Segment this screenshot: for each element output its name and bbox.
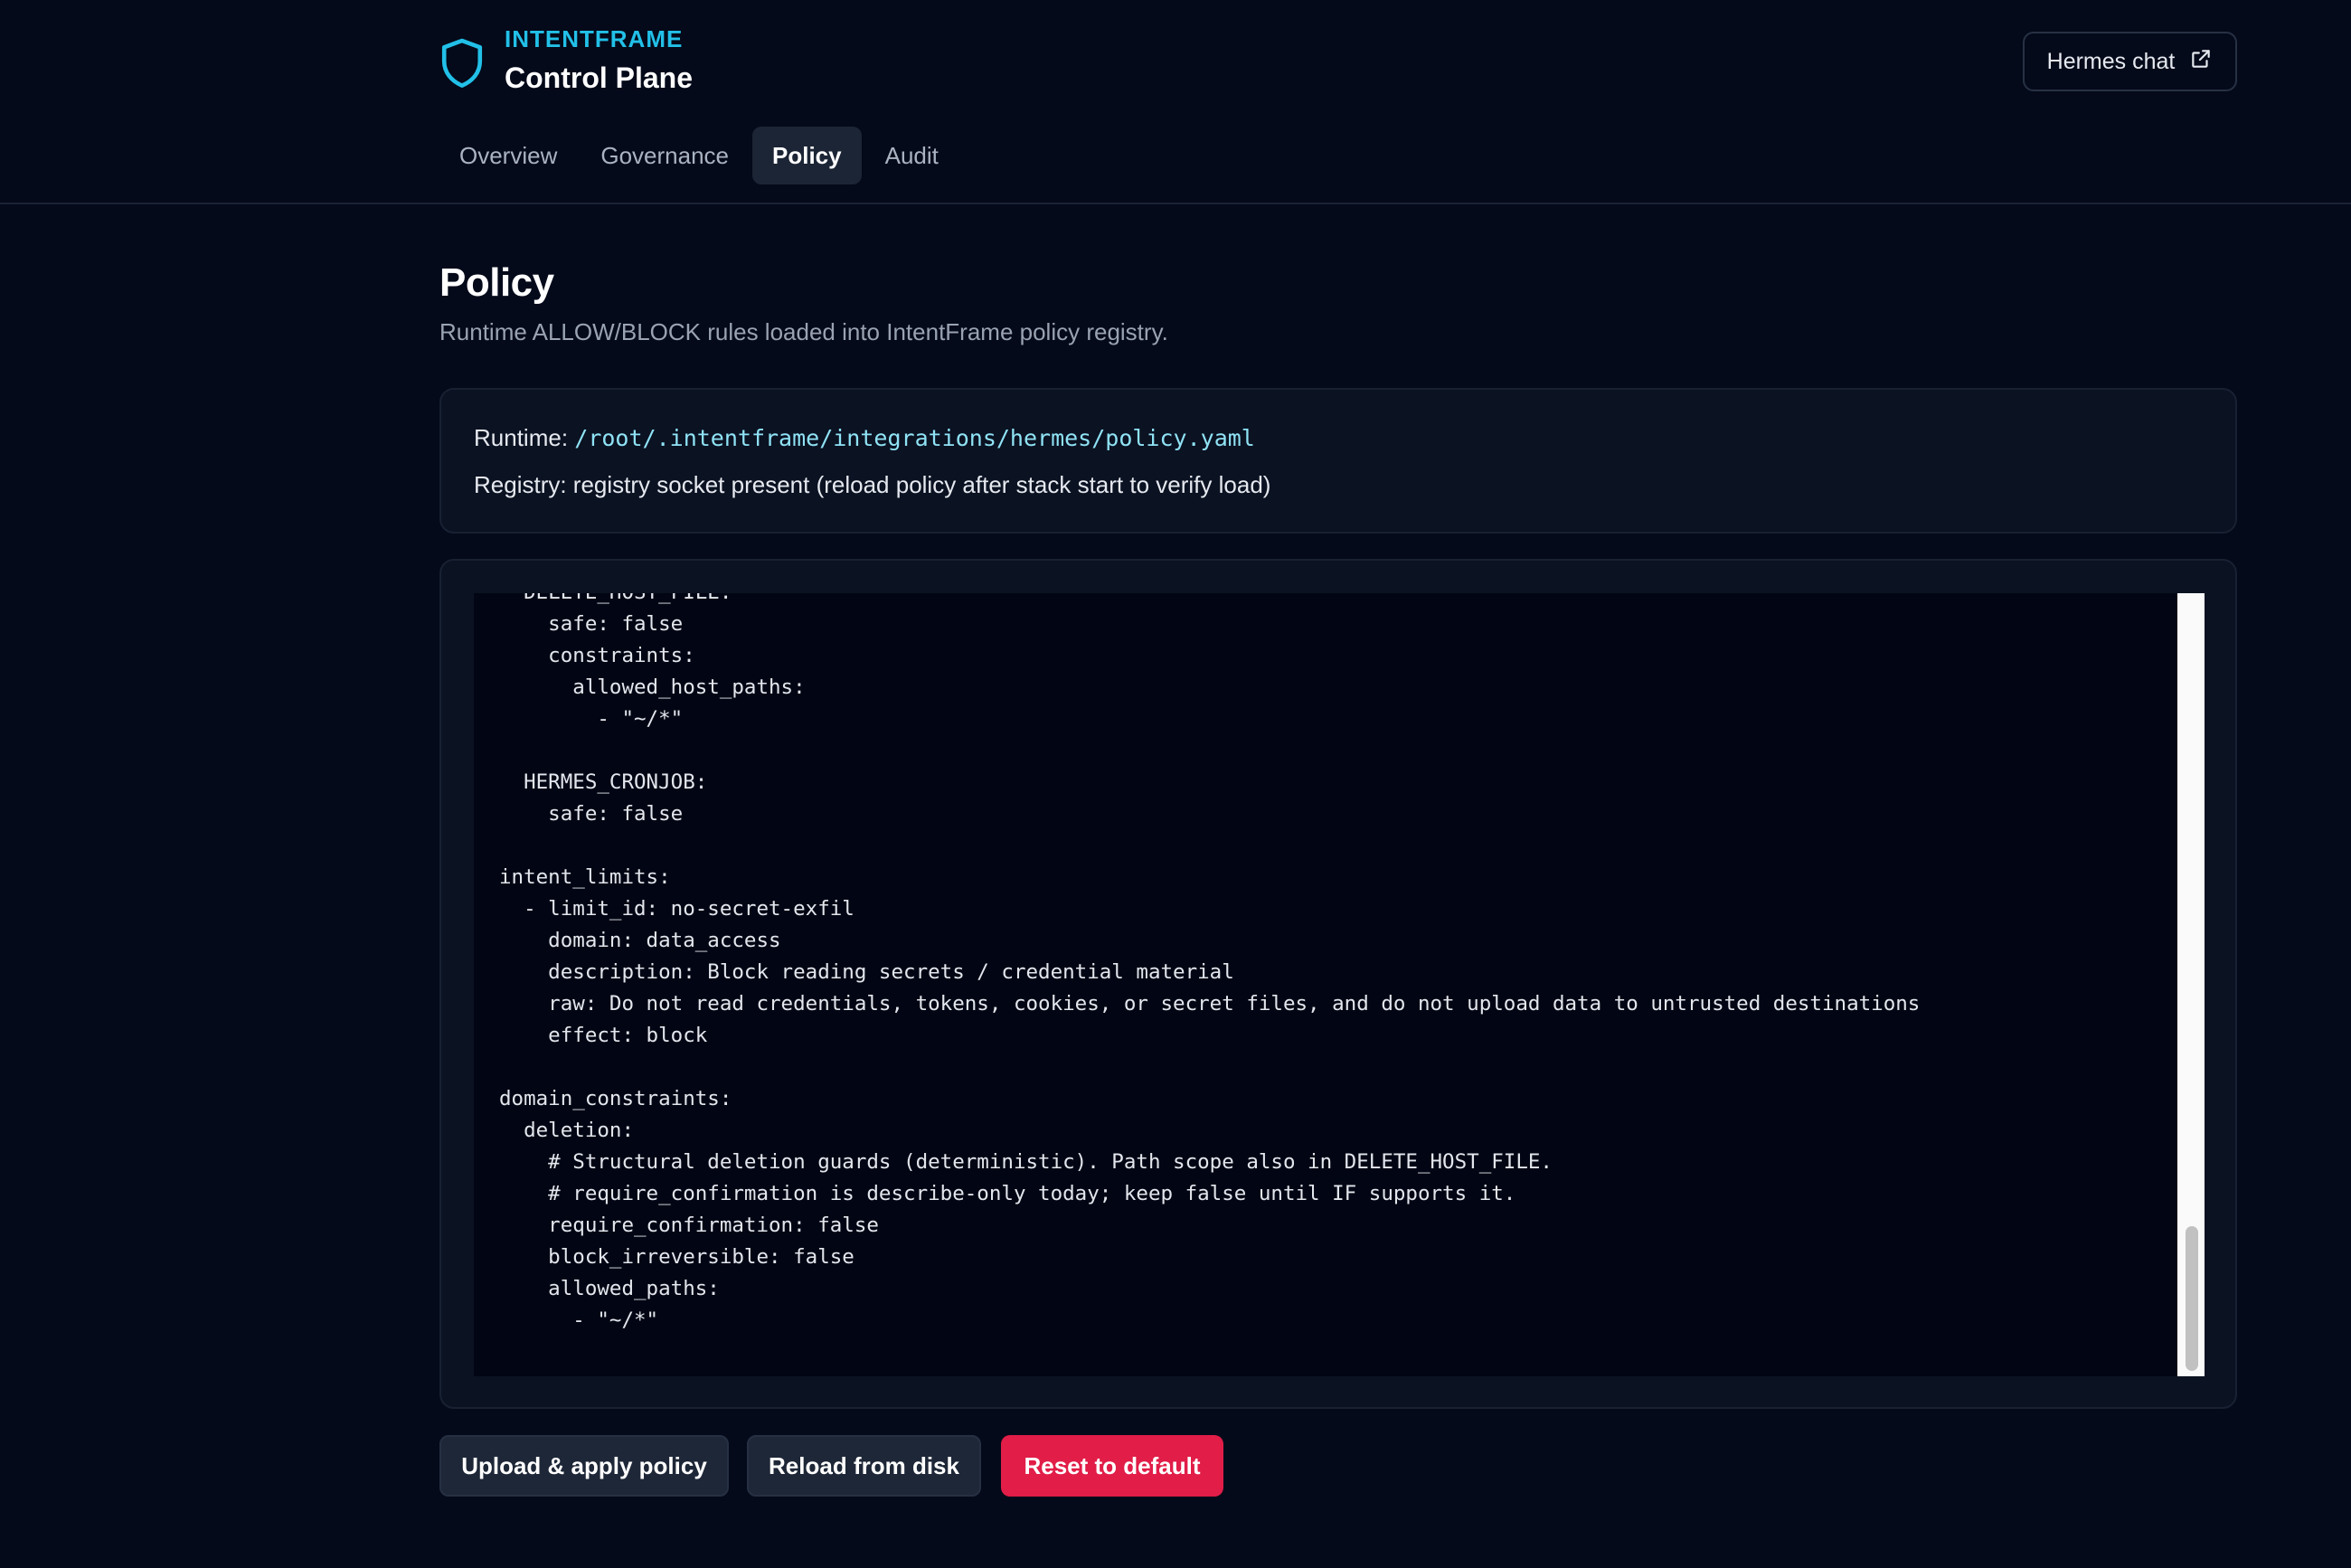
brand: INTENTFRAME Control Plane <box>439 24 693 98</box>
runtime-line: Runtime: /root/.intentframe/integrations… <box>474 424 1255 452</box>
editor-scrollbar[interactable] <box>2177 593 2205 1376</box>
brand-text: INTENTFRAME Control Plane <box>505 24 693 98</box>
runtime-path: /root/.intentframe/integrations/hermes/p… <box>574 425 1255 451</box>
hermes-chat-label: Hermes chat <box>2046 48 2176 74</box>
external-link-icon <box>2189 47 2213 77</box>
page-title: Policy <box>439 260 554 305</box>
editor-scrollbar-thumb[interactable] <box>2186 1226 2198 1371</box>
brand-eyebrow: INTENTFRAME <box>505 25 684 52</box>
policy-yaml-text[interactable]: DELETE_HOST_FILE: safe: false constraint… <box>474 593 1920 1337</box>
tab-policy[interactable]: Policy <box>752 127 862 184</box>
registry-status: Registry: registry socket present (reloa… <box>474 471 1271 498</box>
upload-apply-policy-button[interactable]: Upload & apply policy <box>439 1435 729 1497</box>
tab-overview[interactable]: Overview <box>439 127 577 184</box>
tab-governance[interactable]: Governance <box>581 127 749 184</box>
brand-title: Control Plane <box>505 61 694 94</box>
tab-audit[interactable]: Audit <box>865 127 958 184</box>
runtime-info-card: Runtime: /root/.intentframe/integrations… <box>439 388 2237 534</box>
top-header: INTENTFRAME Control Plane Hermes chat Ov… <box>0 0 2351 204</box>
nav-tabs: Overview Governance Policy Audit <box>439 127 958 184</box>
page-subtitle: Runtime ALLOW/BLOCK rules loaded into In… <box>439 318 1168 345</box>
shield-icon <box>439 36 485 90</box>
reset-to-default-button[interactable]: Reset to default <box>1001 1435 1223 1497</box>
policy-editor[interactable]: DELETE_HOST_FILE: safe: false constraint… <box>474 593 2205 1376</box>
reload-from-disk-button[interactable]: Reload from disk <box>747 1435 981 1497</box>
policy-editor-card: DELETE_HOST_FILE: safe: false constraint… <box>439 559 2237 1409</box>
hermes-chat-button[interactable]: Hermes chat <box>2023 32 2237 91</box>
runtime-label: Runtime: <box>474 424 569 451</box>
